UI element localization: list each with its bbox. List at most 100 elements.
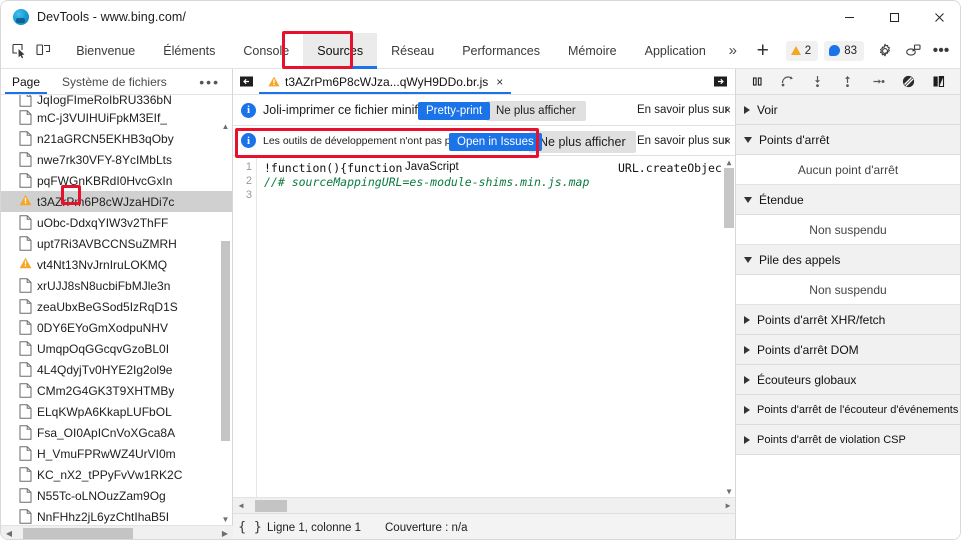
debugger-section-header[interactable]: Points d'arrêt DOM	[736, 335, 960, 365]
tab-console[interactable]: Console	[229, 33, 303, 69]
code-scroll-thumb[interactable]	[724, 168, 734, 228]
hscroll-right-arrow-icon[interactable]: ▶	[217, 526, 233, 540]
warning-count-badge[interactable]: 2	[785, 40, 819, 61]
file-row[interactable]: uObc-DdxqYIW3v2ThFF	[1, 212, 232, 233]
file-name: nwe7rk30VFY-8YcIMbLts	[37, 152, 172, 167]
pretty-print-button[interactable]: Pretty-print	[418, 102, 491, 120]
file-row[interactable]: zeaUbxBeGSod5IzRqD1S	[1, 296, 232, 317]
file-row[interactable]: NnFHhz2jL6yzChtIhaB5I	[1, 506, 232, 527]
file-row[interactable]: CMm2G4GK3T9XHTMBy	[1, 380, 232, 401]
file-row[interactable]: KC_nX2_tPPyFvVw1RK2C	[1, 464, 232, 485]
tab-memoire[interactable]: Mémoire	[554, 33, 631, 69]
debugger-section-header[interactable]: Voir	[736, 95, 960, 125]
step-over-icon[interactable]	[776, 71, 798, 93]
chevron-right-icon	[744, 315, 750, 324]
gear-icon[interactable]	[872, 38, 898, 64]
maximize-button[interactable]	[872, 1, 917, 33]
sourcemap-dismiss-button[interactable]: Ne plus afficher	[529, 131, 636, 153]
debugger-section-header[interactable]: Points d'arrêt de l'écouteur d'événement…	[736, 395, 960, 425]
nav-tab-page[interactable]: Page	[1, 69, 51, 94]
editor-tab-close-icon[interactable]: ×	[496, 75, 503, 89]
file-row[interactable]: xrUJJ8sN8ucbiFbMJle3n	[1, 275, 232, 296]
pretty-print-learn-more-link[interactable]: En savoir plus sur	[637, 104, 728, 116]
file-row[interactable]: 4L4QdyjTv0HYE2Ig2ol9e	[1, 359, 232, 380]
file-name: Fsa_OI0ApICnVoXGca8A	[37, 425, 176, 440]
device-toolbar-icon[interactable]	[35, 38, 53, 64]
code-editor[interactable]: 1 2 3 !function(){function JavaScript UR…	[233, 156, 735, 513]
hscroll-thumb[interactable]	[23, 527, 133, 539]
sourcemap-learn-more-link[interactable]: En savoir plus sur	[637, 135, 728, 147]
debugger-section-header[interactable]: Points d'arrêt de violation CSP	[736, 425, 960, 455]
infobar-pretty-print-close-icon[interactable]: ×	[724, 103, 731, 117]
inspect-element-icon[interactable]	[11, 38, 29, 64]
message-count-badge[interactable]: 83	[824, 40, 864, 61]
file-name: JqIogFImeRoIbRU336bN	[37, 95, 172, 107]
step-into-icon[interactable]	[807, 71, 829, 93]
add-tab-button[interactable]: +	[750, 38, 776, 64]
file-row[interactable]: 0DY6EYoGmXodpuNHV	[1, 317, 232, 338]
open-in-issues-button[interactable]: Open in Issues	[449, 133, 542, 151]
code-vertical-scrollbar[interactable]: ▲ ▼	[723, 156, 735, 513]
infobar-sourcemap-close-icon[interactable]: ×	[724, 134, 731, 148]
file-row[interactable]: upt7Ri3AVBCCNSuZMRH	[1, 233, 232, 254]
more-options-icon[interactable]: •••	[928, 38, 954, 64]
scroll-down-arrow-icon[interactable]: ▼	[221, 514, 230, 525]
file-name: n21aGRCN5EKHB3qOby	[37, 131, 174, 146]
file-row[interactable]: Fsa_OI0ApICnVoXGca8A	[1, 422, 232, 443]
file-row[interactable]: n21aGRCN5EKHB3qOby	[1, 128, 232, 149]
navigator-horizontal-scrollbar[interactable]: ◀ ▶	[1, 525, 233, 540]
file-row[interactable]: ELqKWpA6KkapLUFbOL	[1, 401, 232, 422]
debugger-section-header[interactable]: Points d'arrêt	[736, 125, 960, 155]
debugger-section-header[interactable]: Étendue	[736, 185, 960, 215]
file-row[interactable]: mC-j3VUIHUiFpkM3EIf_	[1, 107, 232, 128]
file-row[interactable]: pqFWGnKBRdI0HvcGxIn	[1, 170, 232, 191]
code-hscroll-thumb[interactable]	[255, 499, 287, 512]
code-scroll-up-arrow-icon[interactable]: ▲	[724, 156, 734, 168]
file-row[interactable]: H_VmuFPRwWZ4UrVI0m	[1, 443, 232, 464]
step-out-icon[interactable]	[837, 71, 859, 93]
hscroll-left-arrow-icon[interactable]: ◀	[1, 526, 17, 540]
debugger-section-header[interactable]: Écouteurs globaux	[736, 365, 960, 395]
pretty-print-dismiss-button[interactable]: Ne plus afficher	[486, 101, 586, 121]
editor-tab-file[interactable]: t3AZrPm6P8cWJza...qWyH9DDo.br.js ×	[259, 69, 512, 94]
close-button[interactable]	[917, 1, 960, 33]
warning-icon	[268, 76, 280, 87]
navigator-more-button[interactable]: •••	[187, 69, 232, 94]
tab-reseau[interactable]: Réseau	[377, 33, 448, 69]
code-hscroll-right-arrow-icon[interactable]: ▶	[720, 498, 735, 514]
tab-bienvenue[interactable]: Bienvenue	[62, 33, 149, 69]
code-hscroll-left-arrow-icon[interactable]: ◀	[233, 498, 249, 514]
panel-back-icon[interactable]	[233, 69, 259, 94]
nav-tab-filesystem[interactable]: Système de fichiers	[51, 69, 178, 94]
file-row[interactable]: UmqpOqGGcqvGzoBL0I	[1, 338, 232, 359]
tab-sources[interactable]: Sources	[303, 32, 378, 69]
panel-forward-icon[interactable]	[705, 69, 735, 94]
tab-elements[interactable]: Éléments	[149, 33, 229, 69]
debugger-section-header[interactable]: Points d'arrêt XHR/fetch	[736, 305, 960, 335]
debugger-section-header[interactable]: Pile des appels	[736, 245, 960, 275]
code-scroll-down-arrow-icon[interactable]: ▼	[724, 485, 734, 497]
file-row[interactable]: vt4Nt13NvJrnIruLOKMQ	[1, 254, 232, 275]
hscroll-track[interactable]	[17, 526, 217, 539]
code-horizontal-scrollbar[interactable]: ◀ ▶	[233, 497, 735, 513]
minimize-button[interactable]	[827, 1, 872, 33]
file-row[interactable]: nwe7rk30VFY-8YcIMbLts	[1, 149, 232, 170]
pause-exceptions-icon[interactable]	[928, 71, 950, 93]
navigator-scroll-thumb[interactable]	[221, 241, 230, 441]
devices-icon[interactable]	[900, 38, 926, 64]
pretty-print-format-icon[interactable]: { }	[233, 520, 267, 535]
step-icon[interactable]	[867, 71, 889, 93]
code-hscroll-track[interactable]	[249, 498, 720, 514]
tab-application[interactable]: Application	[631, 33, 720, 69]
file-row[interactable]: JqIogFImeRoIbRU336bN	[1, 95, 232, 107]
editor-tab-label: t3AZrPm6P8cWJza...qWyH9DDo.br.js	[285, 74, 489, 89]
no-breakpoint-icon[interactable]	[898, 71, 920, 93]
file-list[interactable]: JqIogFImeRoIbRU336bN mC-j3VUIHUiFpkM3EIf…	[1, 95, 232, 539]
pause-icon[interactable]	[746, 71, 768, 93]
file-row-selected[interactable]: t3AZrPm6P8cWJzaHDi7c	[1, 191, 232, 212]
file-row[interactable]: N55Tc-oLNOuzZam9Og	[1, 485, 232, 506]
scroll-up-arrow-icon[interactable]: ▲	[221, 121, 230, 132]
more-tabs-icon[interactable]: »	[720, 38, 746, 64]
navigator-vertical-scrollbar[interactable]: ▲ ▼	[221, 121, 231, 525]
tab-performances[interactable]: Performances	[448, 33, 554, 69]
